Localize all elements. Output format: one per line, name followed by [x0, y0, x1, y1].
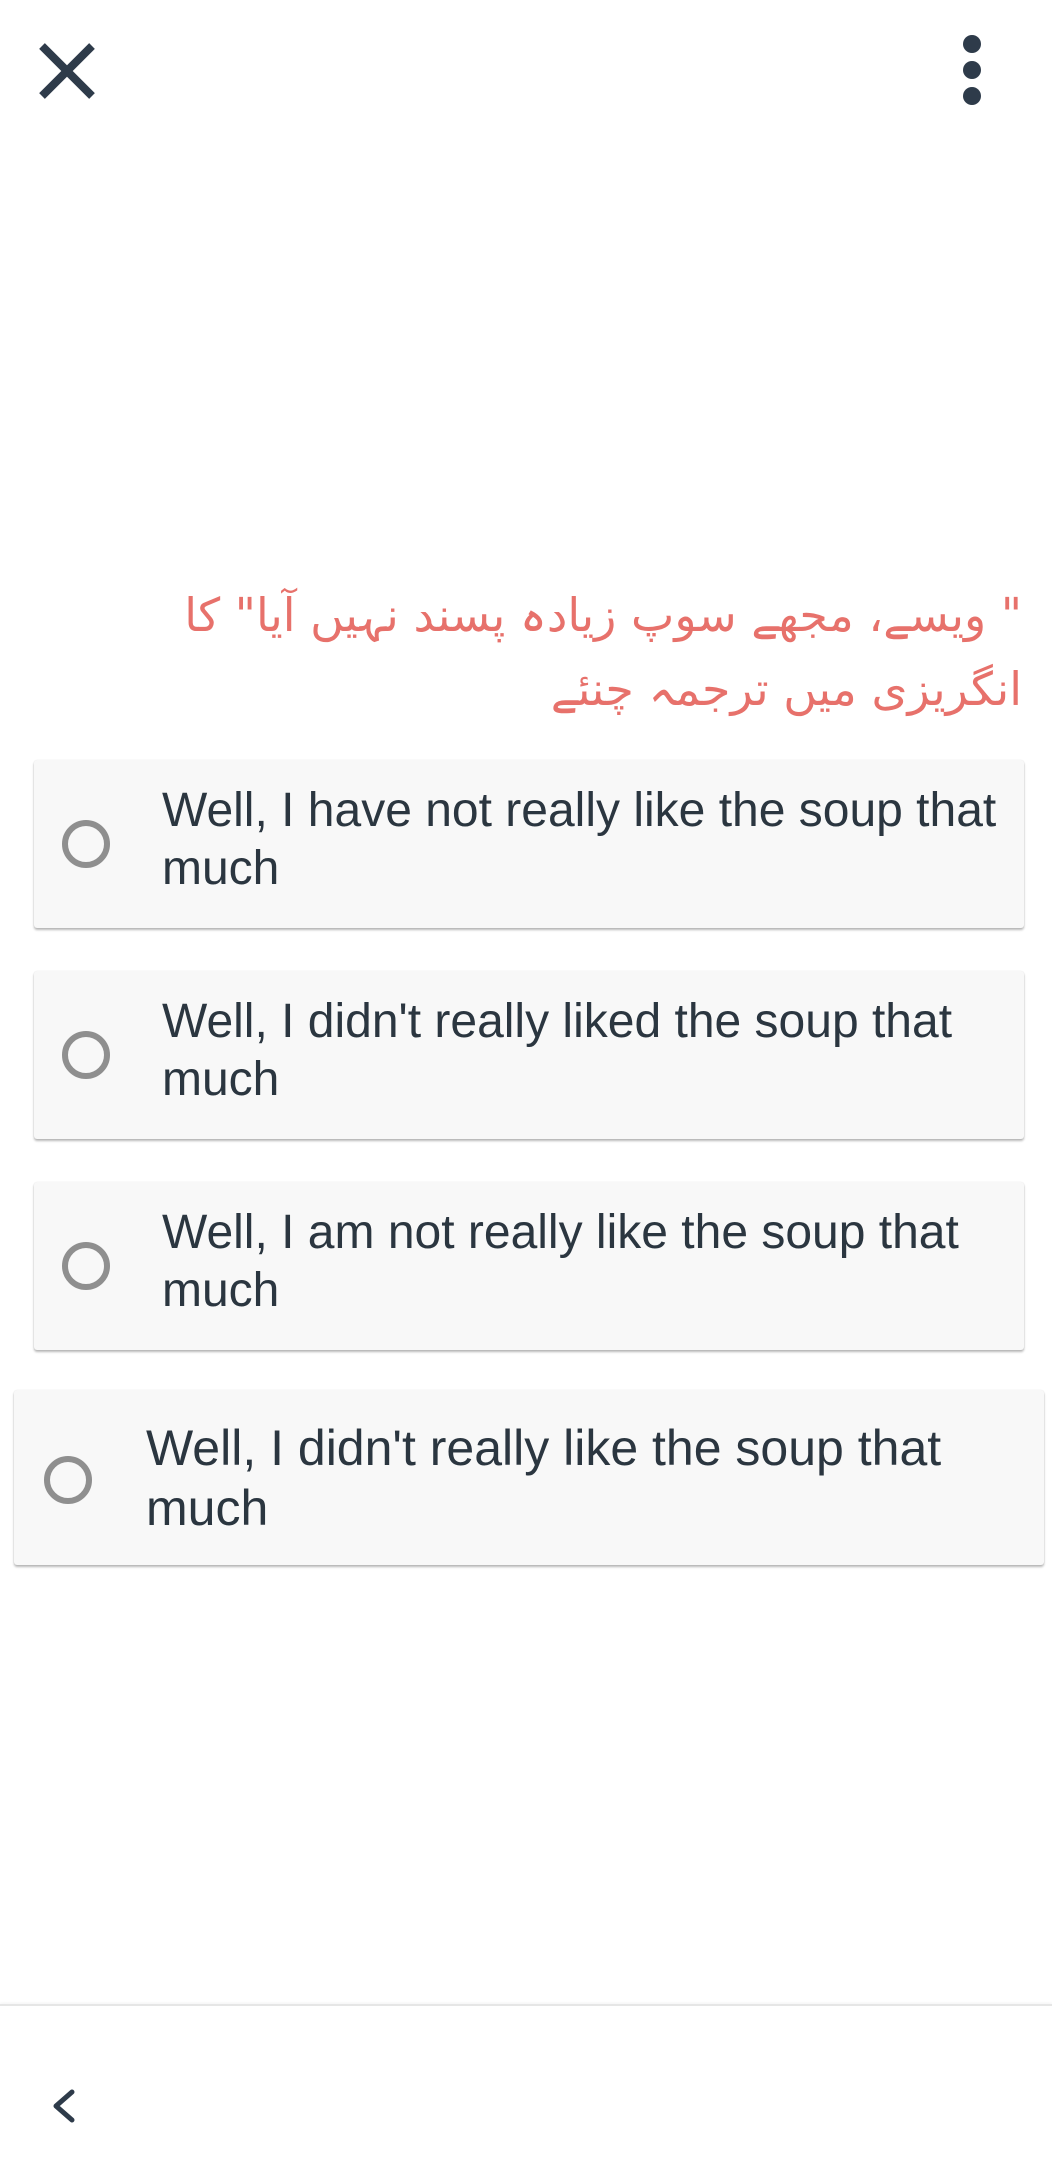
answer-option-2[interactable]: Well, I didn't really liked the soup tha… [34, 971, 1024, 1139]
radio-button-icon[interactable] [62, 1031, 110, 1079]
radio-button-icon[interactable] [62, 820, 110, 868]
answer-option-1[interactable]: Well, I have not really like the soup th… [34, 760, 1024, 928]
answer-option-label: Well, I didn't really like the soup that… [146, 1420, 942, 1536]
chevron-left-icon [53, 2089, 75, 2123]
more-options-button[interactable] [950, 34, 994, 106]
answer-option-label: Well, I didn't really liked the soup tha… [162, 995, 953, 1106]
radio-button-icon[interactable] [44, 1456, 92, 1504]
answer-option-label: Well, I have not really like the soup th… [162, 784, 997, 895]
answer-option-4[interactable]: Well, I didn't really like the soup that… [14, 1390, 1044, 1565]
more-vertical-icon [963, 35, 981, 105]
back-button[interactable] [48, 2086, 80, 2126]
radio-button-icon[interactable] [62, 1242, 110, 1290]
answer-option-label: Well, I am not really like the soup that… [162, 1206, 959, 1317]
close-icon [39, 43, 95, 99]
bottom-navigation-bar [0, 2004, 1052, 2166]
answer-option-3[interactable]: Well, I am not really like the soup that… [34, 1182, 1024, 1350]
close-button[interactable] [34, 38, 100, 104]
question-prompt: " ویسے، مجھے سوپ زیادہ پسند نہیں آیا" کا… [184, 588, 1022, 716]
